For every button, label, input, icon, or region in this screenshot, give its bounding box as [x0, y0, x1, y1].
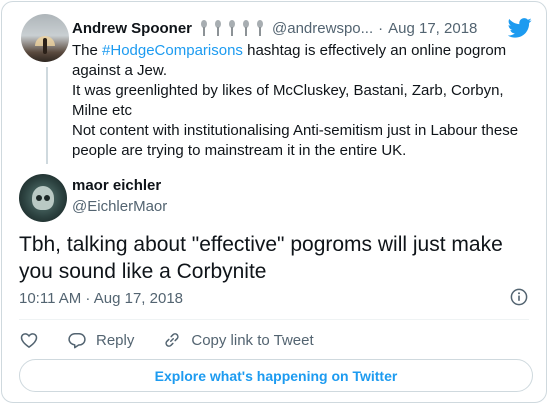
twitter-bird-icon[interactable]: [508, 18, 532, 38]
pushpin-icon: [240, 20, 252, 36]
like-button[interactable]: [19, 330, 39, 350]
author-name[interactable]: Andrew Spooner: [72, 20, 192, 37]
tweet-line: Not content with institutionalising Anti…: [72, 122, 519, 139]
copy-link-button[interactable]: Copy link to Tweet: [162, 330, 314, 350]
tweet-line: The #HodgeComparisons hashtag is effecti…: [72, 42, 507, 59]
copy-link-label: Copy link to Tweet: [191, 331, 314, 349]
pushpin-icon: [254, 20, 266, 36]
pushpin-icon: [198, 20, 210, 36]
explore-button[interactable]: Explore what's happening on Twitter: [19, 359, 533, 392]
tweet-line: Milne etc: [72, 102, 133, 119]
avatar[interactable]: [21, 14, 69, 62]
pushpin-icon: [212, 20, 224, 36]
tweet-line: It was greenlighted by likes of McCluske…: [72, 82, 504, 99]
heart-icon: [20, 333, 38, 348]
avatar-eye: [36, 195, 42, 201]
tweet-line: against a Jew.: [72, 62, 168, 79]
pushpin-icon: [226, 20, 238, 36]
tweet-card: Andrew Spooner @andrewspo... · Aug 17, 2…: [1, 1, 547, 403]
tweet-actions: Reply Copy link to Tweet: [19, 329, 342, 351]
avatar-figure: [43, 38, 47, 54]
author-handle[interactable]: @andrewspo...: [272, 20, 373, 37]
tweet-line: people are trying to mainstream it in th…: [72, 142, 407, 159]
parent-tweet-text: The #HodgeComparisons hashtag is effecti…: [72, 41, 534, 161]
tweet-timestamp[interactable]: 10:11 AM · Aug 17, 2018: [19, 290, 183, 307]
thread-connector: [46, 67, 48, 164]
author-handle[interactable]: @EichlerMaor: [72, 198, 167, 215]
parent-tweet-header: Andrew Spooner @andrewspo... · Aug 17, 2…: [72, 18, 536, 38]
tweet-date[interactable]: Aug 17, 2018: [388, 20, 477, 37]
link-icon: [165, 333, 179, 347]
main-tweet-text: Tbh, talking about "effective" pogroms w…: [19, 233, 503, 283]
avatar-eye: [44, 195, 50, 201]
separator-dot: ·: [378, 19, 384, 37]
reply-button[interactable]: Reply: [67, 330, 134, 350]
avatar[interactable]: [19, 174, 67, 222]
reply-icon: [68, 333, 86, 349]
hashtag-link[interactable]: #HodgeComparisons: [102, 42, 243, 59]
reply-label: Reply: [96, 331, 135, 349]
author-name[interactable]: maor eichler: [72, 177, 161, 194]
name-emojis: [198, 20, 266, 36]
info-icon[interactable]: [510, 288, 528, 306]
divider: [19, 319, 529, 320]
